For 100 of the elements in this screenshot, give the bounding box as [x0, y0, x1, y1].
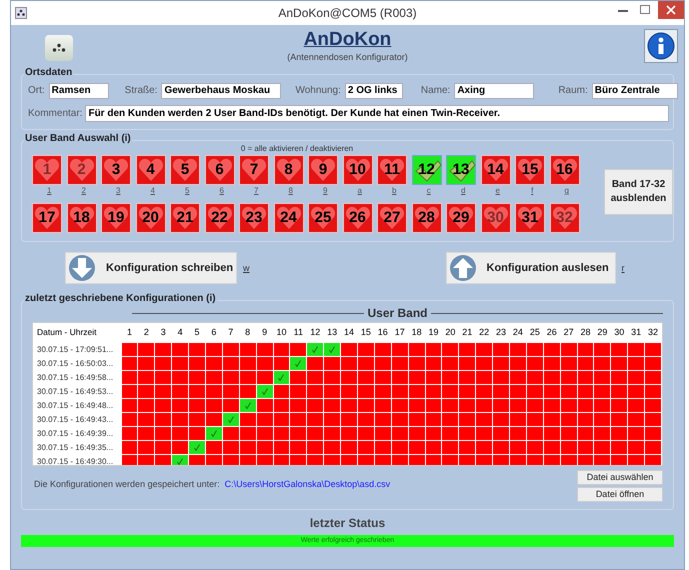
user-band-button[interactable]: 21	[170, 203, 200, 233]
file-button[interactable]: Datei öffnen	[577, 487, 663, 502]
column-header: 21	[461, 326, 474, 338]
shortcut-key: w	[243, 262, 250, 274]
maximize-icon[interactable]	[640, 5, 650, 14]
heart-icon	[448, 206, 474, 230]
column-header: 16	[376, 326, 389, 338]
user-band-button[interactable]: 18	[66, 203, 96, 233]
column-header: 29	[596, 326, 608, 338]
check-icon	[312, 346, 318, 352]
user-band-button[interactable]: 22	[204, 203, 234, 233]
user-band-button[interactable]: 13	[446, 155, 476, 185]
column-header: 20	[444, 326, 456, 338]
heart-icon	[172, 206, 198, 230]
user-band-button[interactable]: 5	[170, 155, 200, 185]
heart-icon	[414, 206, 440, 230]
info-button[interactable]	[644, 29, 678, 63]
text-field[interactable]: 2 OG links	[344, 82, 403, 98]
user-band-button[interactable]: 7	[239, 155, 269, 185]
shortcut-key: c	[426, 185, 431, 199]
column-header: 18	[410, 326, 423, 338]
field-label: Raum:	[558, 84, 588, 98]
shortcut-key: 1	[47, 185, 52, 199]
heart-icon	[172, 158, 198, 182]
user-band-button[interactable]: 28	[412, 203, 442, 233]
date-cell-text: 30.07.15 - 16:49:43...	[36, 414, 114, 426]
action-button[interactable]: Konfiguration schreiben	[65, 252, 237, 284]
date-cell-text: 30.07.15 - 16:50:03...	[36, 358, 114, 370]
app-icon	[15, 7, 27, 19]
check-icon	[295, 360, 302, 366]
shortcut-key: 8	[288, 185, 293, 199]
heart-icon	[379, 206, 405, 230]
shortcut-key: b	[392, 185, 396, 199]
text-field[interactable]: Axing	[454, 82, 534, 98]
user-band-button[interactable]: 4	[136, 155, 166, 185]
user-band-button[interactable]: 6	[204, 155, 234, 185]
check-icon	[194, 444, 200, 450]
check-icon	[262, 388, 268, 394]
date-cell-text: 30.07.15 - 16:49:39...	[36, 428, 114, 440]
heart-icon	[34, 206, 60, 230]
date-cell-text: 30.07.15 - 17:09:51...	[36, 344, 114, 356]
date-cell-text: 30.07.15 - 16:49:53...	[36, 386, 114, 398]
app-subtitle: (Antennendosen Konfigurator)	[287, 51, 408, 64]
user-band-button[interactable]: 14	[480, 155, 510, 185]
column-header: 26	[546, 326, 558, 338]
column-header: 24	[512, 326, 524, 338]
text-field[interactable]: Gewerbehaus Moskau	[161, 82, 282, 98]
app-title: AnDoKon	[304, 29, 392, 51]
hide-bands-button[interactable]: Band 17-32 ausblenden	[604, 169, 673, 215]
user-band-button[interactable]: 17	[32, 203, 62, 233]
column-header: 32	[647, 326, 660, 338]
check-icon	[329, 346, 336, 352]
heart-icon	[138, 206, 164, 230]
column-header: 19	[427, 326, 440, 338]
user-band-button[interactable]: 19	[101, 203, 131, 233]
file-button[interactable]: Datei auswählen	[577, 470, 663, 485]
field-label: Straße:	[124, 84, 158, 98]
column-header: 11	[292, 326, 304, 338]
heart-icon	[241, 206, 267, 230]
comment-field[interactable]: Für den Kunden werden 2 User Band-IDs benötigt. Der Kunde hat einen Twin-Receiver.	[85, 104, 669, 122]
antenna-socket-icon[interactable]	[45, 35, 73, 61]
heart-icon	[344, 158, 370, 182]
user-band-button[interactable]: 10	[342, 155, 372, 185]
user-band-button[interactable]: 3	[101, 155, 131, 185]
user-band-button[interactable]: 8	[274, 155, 304, 185]
date-cell-text: 30.07.15 - 16:49:48...	[36, 400, 114, 412]
action-button[interactable]: Konfiguration auslesen	[446, 252, 616, 284]
check-icon	[414, 159, 442, 183]
check-icon	[448, 159, 476, 183]
user-band-button[interactable]: 20	[136, 203, 166, 233]
text-field[interactable]: Ramsen	[48, 82, 109, 98]
text-field[interactable]: Büro Zentrale	[592, 82, 678, 98]
user-band-button[interactable]: 26	[342, 203, 372, 233]
column-header: 30	[613, 326, 626, 338]
user-band-button[interactable]: 31	[515, 203, 545, 233]
column-header: 31	[630, 326, 642, 338]
user-band-button[interactable]: 11	[377, 155, 407, 185]
shortcut-key: a	[358, 185, 362, 199]
shortcut-key: 9	[323, 185, 328, 199]
user-band-button[interactable]: 25	[308, 203, 338, 233]
close-icon[interactable]	[658, 1, 684, 19]
user-band-button[interactable]: 23	[239, 203, 269, 233]
user-band-button[interactable]: 27	[377, 203, 407, 233]
user-band-button[interactable]: 12	[412, 155, 442, 185]
column-header: 22	[478, 326, 490, 338]
user-band-button[interactable]: 16	[550, 155, 580, 185]
user-band-button[interactable]: 24	[274, 203, 304, 233]
column-header: 17	[394, 326, 406, 338]
column-header: 25	[528, 326, 541, 338]
column-header: 23	[495, 326, 508, 338]
file-path-link[interactable]: C:\Users\HorstGalonska\Desktop\asd.csv	[224, 478, 390, 492]
user-band-button[interactable]: 29	[446, 203, 476, 233]
heart-icon	[552, 158, 578, 182]
user-band-button[interactable]: 9	[308, 155, 338, 185]
user-band-button[interactable]: 15	[515, 155, 545, 185]
group-title: User Band Auswahl (i)	[24, 133, 132, 145]
heart-icon	[138, 158, 164, 182]
shortcut-key: f	[531, 185, 534, 199]
date-cell-text: 30.07.15 - 16:49:35...	[36, 442, 114, 454]
group-title: zuletzt geschriebene Konfigurationen (i)	[24, 293, 217, 305]
